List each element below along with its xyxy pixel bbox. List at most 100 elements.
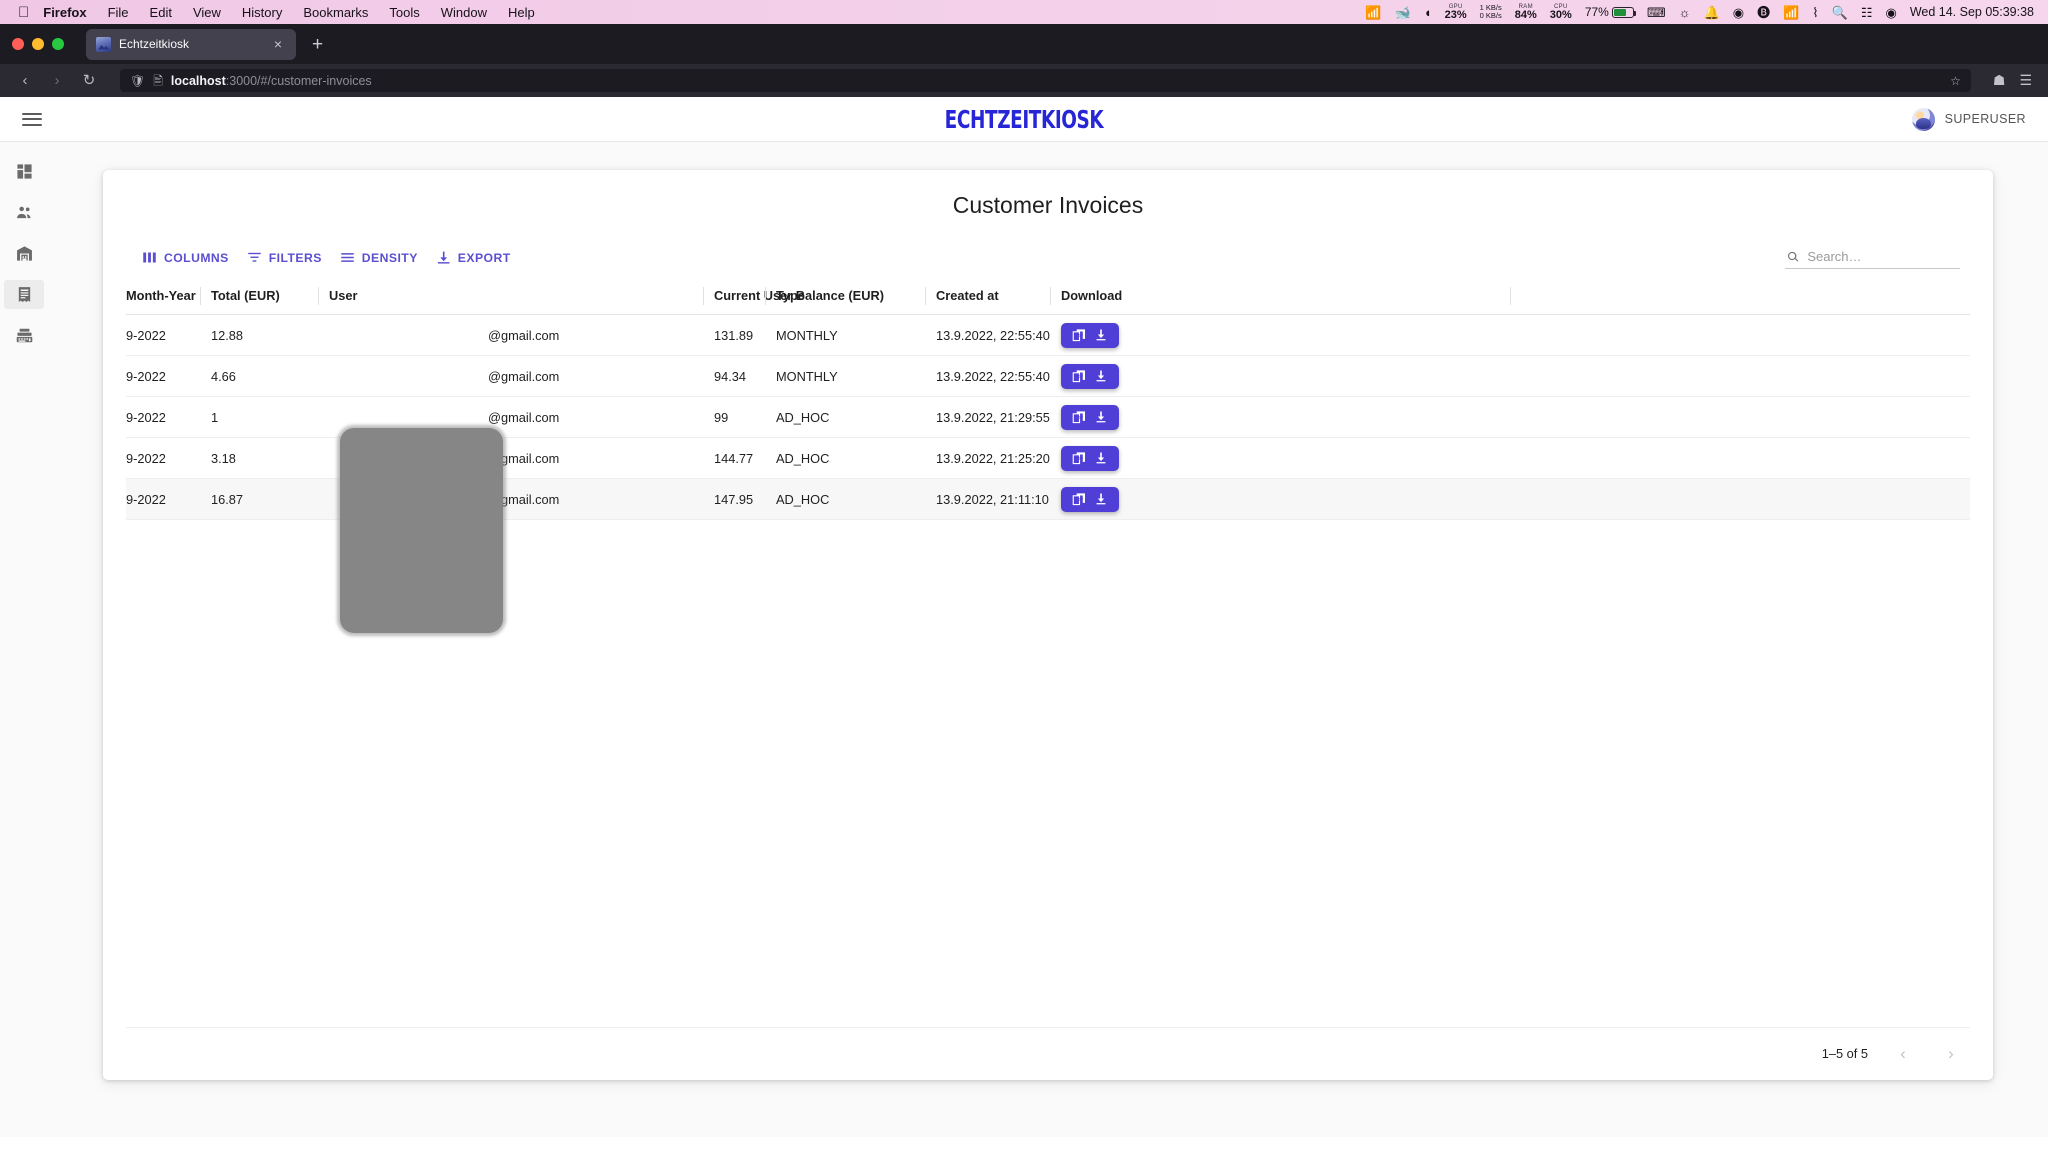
columns-button[interactable]: COLUMNS <box>133 245 238 270</box>
navbar-actions: ☗ ☰ <box>1993 72 2032 89</box>
avatar <box>1911 107 1935 131</box>
shield-icon[interactable]: 🛡 <box>130 75 145 87</box>
apple-logo-icon[interactable]:  <box>18 5 29 20</box>
pagination-next-button[interactable]: › <box>1938 1045 1964 1062</box>
window-minimize-button[interactable] <box>32 38 44 50</box>
svg-text:PDF: PDF <box>1075 414 1084 419</box>
search-box[interactable] <box>1785 246 1960 269</box>
menu-tools[interactable]: Tools <box>389 5 419 20</box>
column-header-total[interactable]: Total (EUR) <box>200 278 318 315</box>
menu-edit[interactable]: Edit <box>150 5 172 20</box>
cell-month-year: 9-2022 <box>126 314 200 356</box>
redaction-overlay <box>340 428 503 633</box>
close-icon[interactable]: × <box>269 37 287 51</box>
pagination-prev-button[interactable]: ‹ <box>1890 1045 1916 1062</box>
app-brand-logo[interactable]: ECHTZEITKIOSK <box>945 105 1104 134</box>
menu-view[interactable]: View <box>193 5 221 20</box>
sidebar-item-invoices[interactable] <box>4 280 44 309</box>
siri-icon[interactable]: ◉ <box>1885 6 1896 19</box>
user-account-chip[interactable]: SUPERUSER <box>1911 107 2026 131</box>
wifi-icon[interactable]: ⌇ <box>1812 6 1818 19</box>
density-button[interactable]: DENSITY <box>331 245 427 270</box>
cell-month-year: 9-2022 <box>126 355 200 397</box>
cell-total: 1 <box>200 396 318 438</box>
browser-tab[interactable]: Echtzeitkiosk × <box>86 28 296 60</box>
docker-whale-icon[interactable]: 🐋 <box>1395 6 1411 19</box>
users-group-icon <box>16 206 31 219</box>
display-contrast-icon[interactable]: ◖ <box>1424 6 1432 19</box>
window-close-button[interactable] <box>12 38 24 50</box>
column-header-month-year[interactable]: Month-Year <box>126 278 200 315</box>
network-throughput-indicator[interactable]: 1 KB/s 0 KB/s <box>1480 4 1502 20</box>
cell-type: MONTHLY <box>765 314 925 356</box>
cell-month-year: 9-2022 <box>126 396 200 438</box>
back-arrow-icon[interactable]: ‹ <box>16 73 34 88</box>
bell-icon[interactable]: 🔔 <box>1704 6 1720 19</box>
battery-icon <box>1611 6 1637 18</box>
export-button[interactable]: EXPORT <box>427 245 520 270</box>
download-pdf-button[interactable]: PDF <box>1061 445 1119 471</box>
table-header-row: Month-Year Total (EUR) User Current User… <box>126 278 1970 315</box>
bluetooth-icon[interactable]: 📶 <box>1783 6 1799 19</box>
save-to-pocket-icon[interactable]: ☗ <box>1993 72 2006 89</box>
column-header-spacer <box>1510 278 1970 315</box>
menu-firefox[interactable]: Firefox <box>43 5 86 20</box>
new-tab-button[interactable]: + <box>312 35 323 54</box>
table-row[interactable]: 9-2022 12.88 @gmail.com 131.89 MONTHLY 13.9.2… <box>126 314 1970 356</box>
export-download-icon <box>437 251 450 264</box>
spotlight-search-icon[interactable]: 🔍 <box>1832 6 1848 19</box>
cell-spacer <box>1510 478 1970 520</box>
dashboard-grid-icon <box>16 164 32 179</box>
cpu-usage-indicator[interactable]: CPU 30% <box>1550 4 1572 21</box>
battery-indicator[interactable]: 77% <box>1585 5 1637 19</box>
reload-icon[interactable]: ↻ <box>80 73 98 88</box>
download-pdf-button[interactable]: PDF <box>1061 322 1119 348</box>
forward-arrow-icon[interactable]: › <box>48 73 66 88</box>
sidebar-item-register[interactable] <box>4 321 44 350</box>
cell-created-at: 13.9.2022, 22:55:40 <box>925 314 1050 356</box>
url-bar[interactable]: 🛡 🖹 localhost:3000/#/customer-invoices ☆ <box>120 69 1971 92</box>
input-source-icon[interactable]: 🅑 <box>1757 6 1770 19</box>
column-header-user[interactable]: User <box>318 278 703 315</box>
menu-file[interactable]: File <box>108 5 129 20</box>
column-header-type[interactable]: Type <box>765 278 925 315</box>
download-pdf-button[interactable]: PDF <box>1061 486 1119 512</box>
filter-funnel-icon <box>248 252 261 262</box>
app-header: ECHTZEITKIOSK SUPERUSER <box>0 97 2048 142</box>
menu-history[interactable]: History <box>242 5 282 20</box>
table-row[interactable]: 9-2022 4.66 @gmail.com 94.34 MONTHLY 13.9.202… <box>126 355 1970 397</box>
play-circle-icon[interactable]: ◉ <box>1733 6 1744 19</box>
cell-download: PDF <box>1050 478 1510 520</box>
cell-download: PDF <box>1050 314 1510 356</box>
download-arrow-icon <box>1096 329 1106 341</box>
window-maximize-button[interactable] <box>52 38 64 50</box>
sidebar-item-users[interactable] <box>4 198 44 227</box>
hamburger-menu-icon[interactable]: ☰ <box>2019 72 2032 89</box>
download-arrow-icon <box>1096 452 1106 464</box>
menu-bookmarks[interactable]: Bookmarks <box>303 5 368 20</box>
sidebar-item-warehouse[interactable] <box>4 239 44 268</box>
ram-usage-indicator[interactable]: RAM 84% <box>1515 4 1537 21</box>
menu-window[interactable]: Window <box>441 5 487 20</box>
sidebar-item-dashboard[interactable] <box>4 157 44 186</box>
column-header-balance[interactable]: Current User Balance (EUR) <box>703 278 884 315</box>
column-header-download[interactable]: Download <box>1050 278 1510 315</box>
menu-toggle-button[interactable] <box>22 112 42 126</box>
cell-user: @gmail.com <box>318 355 703 397</box>
page-info-icon[interactable]: 🖹 <box>153 75 163 87</box>
filters-button[interactable]: FILTERS <box>238 245 331 270</box>
control-center-icon[interactable]: ☷ <box>1861 6 1873 19</box>
keyboard-icon[interactable]: ⌨ <box>1647 6 1666 19</box>
wifi-signal-icon[interactable]: 📶 <box>1365 6 1381 19</box>
bookmark-star-icon[interactable]: ☆ <box>1950 74 1961 88</box>
search-input[interactable] <box>1807 249 1958 264</box>
download-pdf-button[interactable]: PDF <box>1061 404 1119 430</box>
menubar-clock[interactable]: Wed 14. Sep 05:39:38 <box>1910 5 2034 19</box>
brightness-icon[interactable]: ☼ <box>1679 6 1691 19</box>
column-header-created-at[interactable]: Created at <box>925 278 1050 315</box>
pdf-document-icon: PDF <box>1072 410 1085 423</box>
density-button-label: DENSITY <box>361 250 418 265</box>
gpu-usage-indicator[interactable]: GPU 23% <box>1445 4 1467 21</box>
download-pdf-button[interactable]: PDF <box>1061 363 1119 389</box>
menu-help[interactable]: Help <box>508 5 535 20</box>
